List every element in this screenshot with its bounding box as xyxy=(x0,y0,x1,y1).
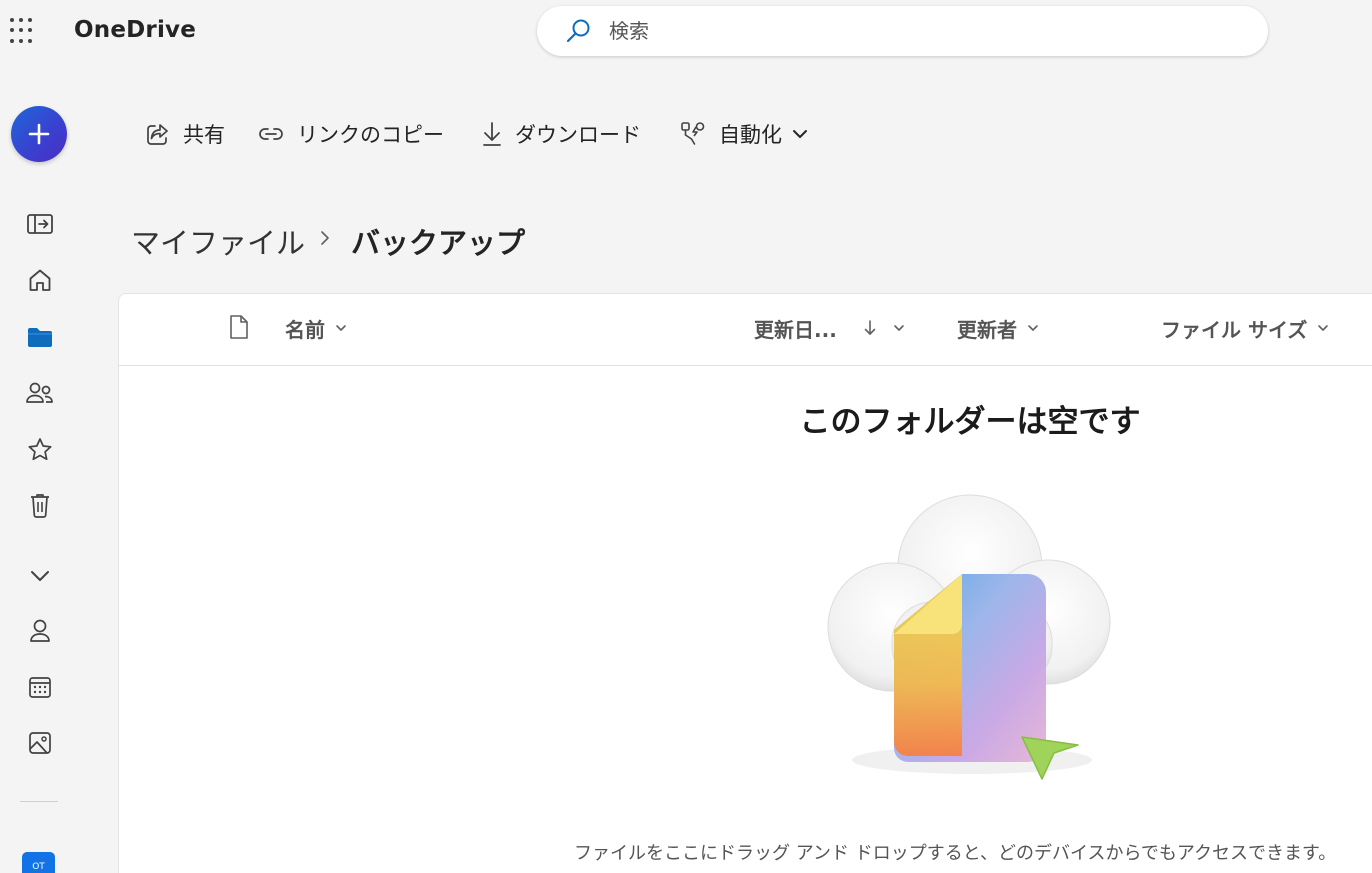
app-title[interactable]: OneDrive xyxy=(74,17,196,43)
automate-icon xyxy=(681,122,705,145)
download-button[interactable]: ダウンロード xyxy=(481,116,641,152)
file-list-panel xyxy=(118,293,1372,873)
file-icon[interactable] xyxy=(228,313,250,341)
empty-folder-title: このフォルダーは空です xyxy=(799,404,1141,440)
breadcrumb-root[interactable]: マイファイル xyxy=(131,220,305,262)
column-modified-label: 更新日... xyxy=(754,317,837,342)
automate-button[interactable]: 自動化 xyxy=(679,116,808,152)
person-icon[interactable] xyxy=(24,615,56,647)
chevron-down-icon xyxy=(793,130,807,138)
calendar-icon[interactable] xyxy=(24,671,56,703)
sort-arrow-down-icon xyxy=(864,320,876,335)
breadcrumb-chevron-icon xyxy=(321,231,329,245)
breadcrumb-current: バックアップ xyxy=(351,226,526,260)
chevron-down-icon[interactable] xyxy=(24,560,56,592)
column-modified-by[interactable]: 更新者 xyxy=(957,313,1039,343)
link-icon xyxy=(259,128,283,140)
column-file-size-label: ファイル サイズ xyxy=(1161,317,1308,342)
plus-icon xyxy=(28,123,50,145)
share-button[interactable]: 共有 xyxy=(145,116,225,152)
column-file-size[interactable]: ファイル サイズ xyxy=(1161,313,1329,343)
chevron-down-icon xyxy=(1028,325,1038,331)
star-icon[interactable] xyxy=(24,434,56,466)
download-label: ダウンロード xyxy=(515,123,641,147)
copy-link-label: リンクのコピー xyxy=(297,123,444,147)
empty-folder-description: ファイルをここにドラッグ アンド ドロップすると、どのデバイスからでもアクセスで… xyxy=(574,843,1337,864)
download-icon xyxy=(483,122,501,146)
column-name[interactable]: 名前 xyxy=(285,313,347,343)
search-icon xyxy=(566,19,590,43)
avatar[interactable]: OT xyxy=(22,852,55,873)
chevron-down-icon xyxy=(336,325,346,331)
folder-icon[interactable] xyxy=(24,321,56,353)
photo-icon[interactable] xyxy=(24,727,56,759)
rail-divider xyxy=(20,801,58,802)
trash-icon[interactable] xyxy=(24,489,56,521)
search-input[interactable] xyxy=(609,19,1209,43)
copy-link-button[interactable]: リンクのコピー xyxy=(257,116,444,152)
chevron-down-icon xyxy=(893,325,904,331)
chevron-down-icon xyxy=(1318,325,1329,331)
app-launcher-icon[interactable] xyxy=(10,18,36,44)
empty-folder-illustration xyxy=(827,494,1111,780)
search-box[interactable] xyxy=(537,6,1268,56)
share-icon xyxy=(147,124,168,145)
home-icon[interactable] xyxy=(24,264,56,296)
create-button[interactable] xyxy=(11,106,67,162)
people-icon[interactable] xyxy=(24,377,56,409)
column-modified-by-label: 更新者 xyxy=(957,317,1017,342)
share-label: 共有 xyxy=(183,123,225,147)
column-modified[interactable]: 更新日... xyxy=(754,313,905,343)
automate-label: 自動化 xyxy=(719,123,782,147)
column-name-label: 名前 xyxy=(285,317,325,342)
collapse-nav-icon[interactable] xyxy=(24,208,56,240)
